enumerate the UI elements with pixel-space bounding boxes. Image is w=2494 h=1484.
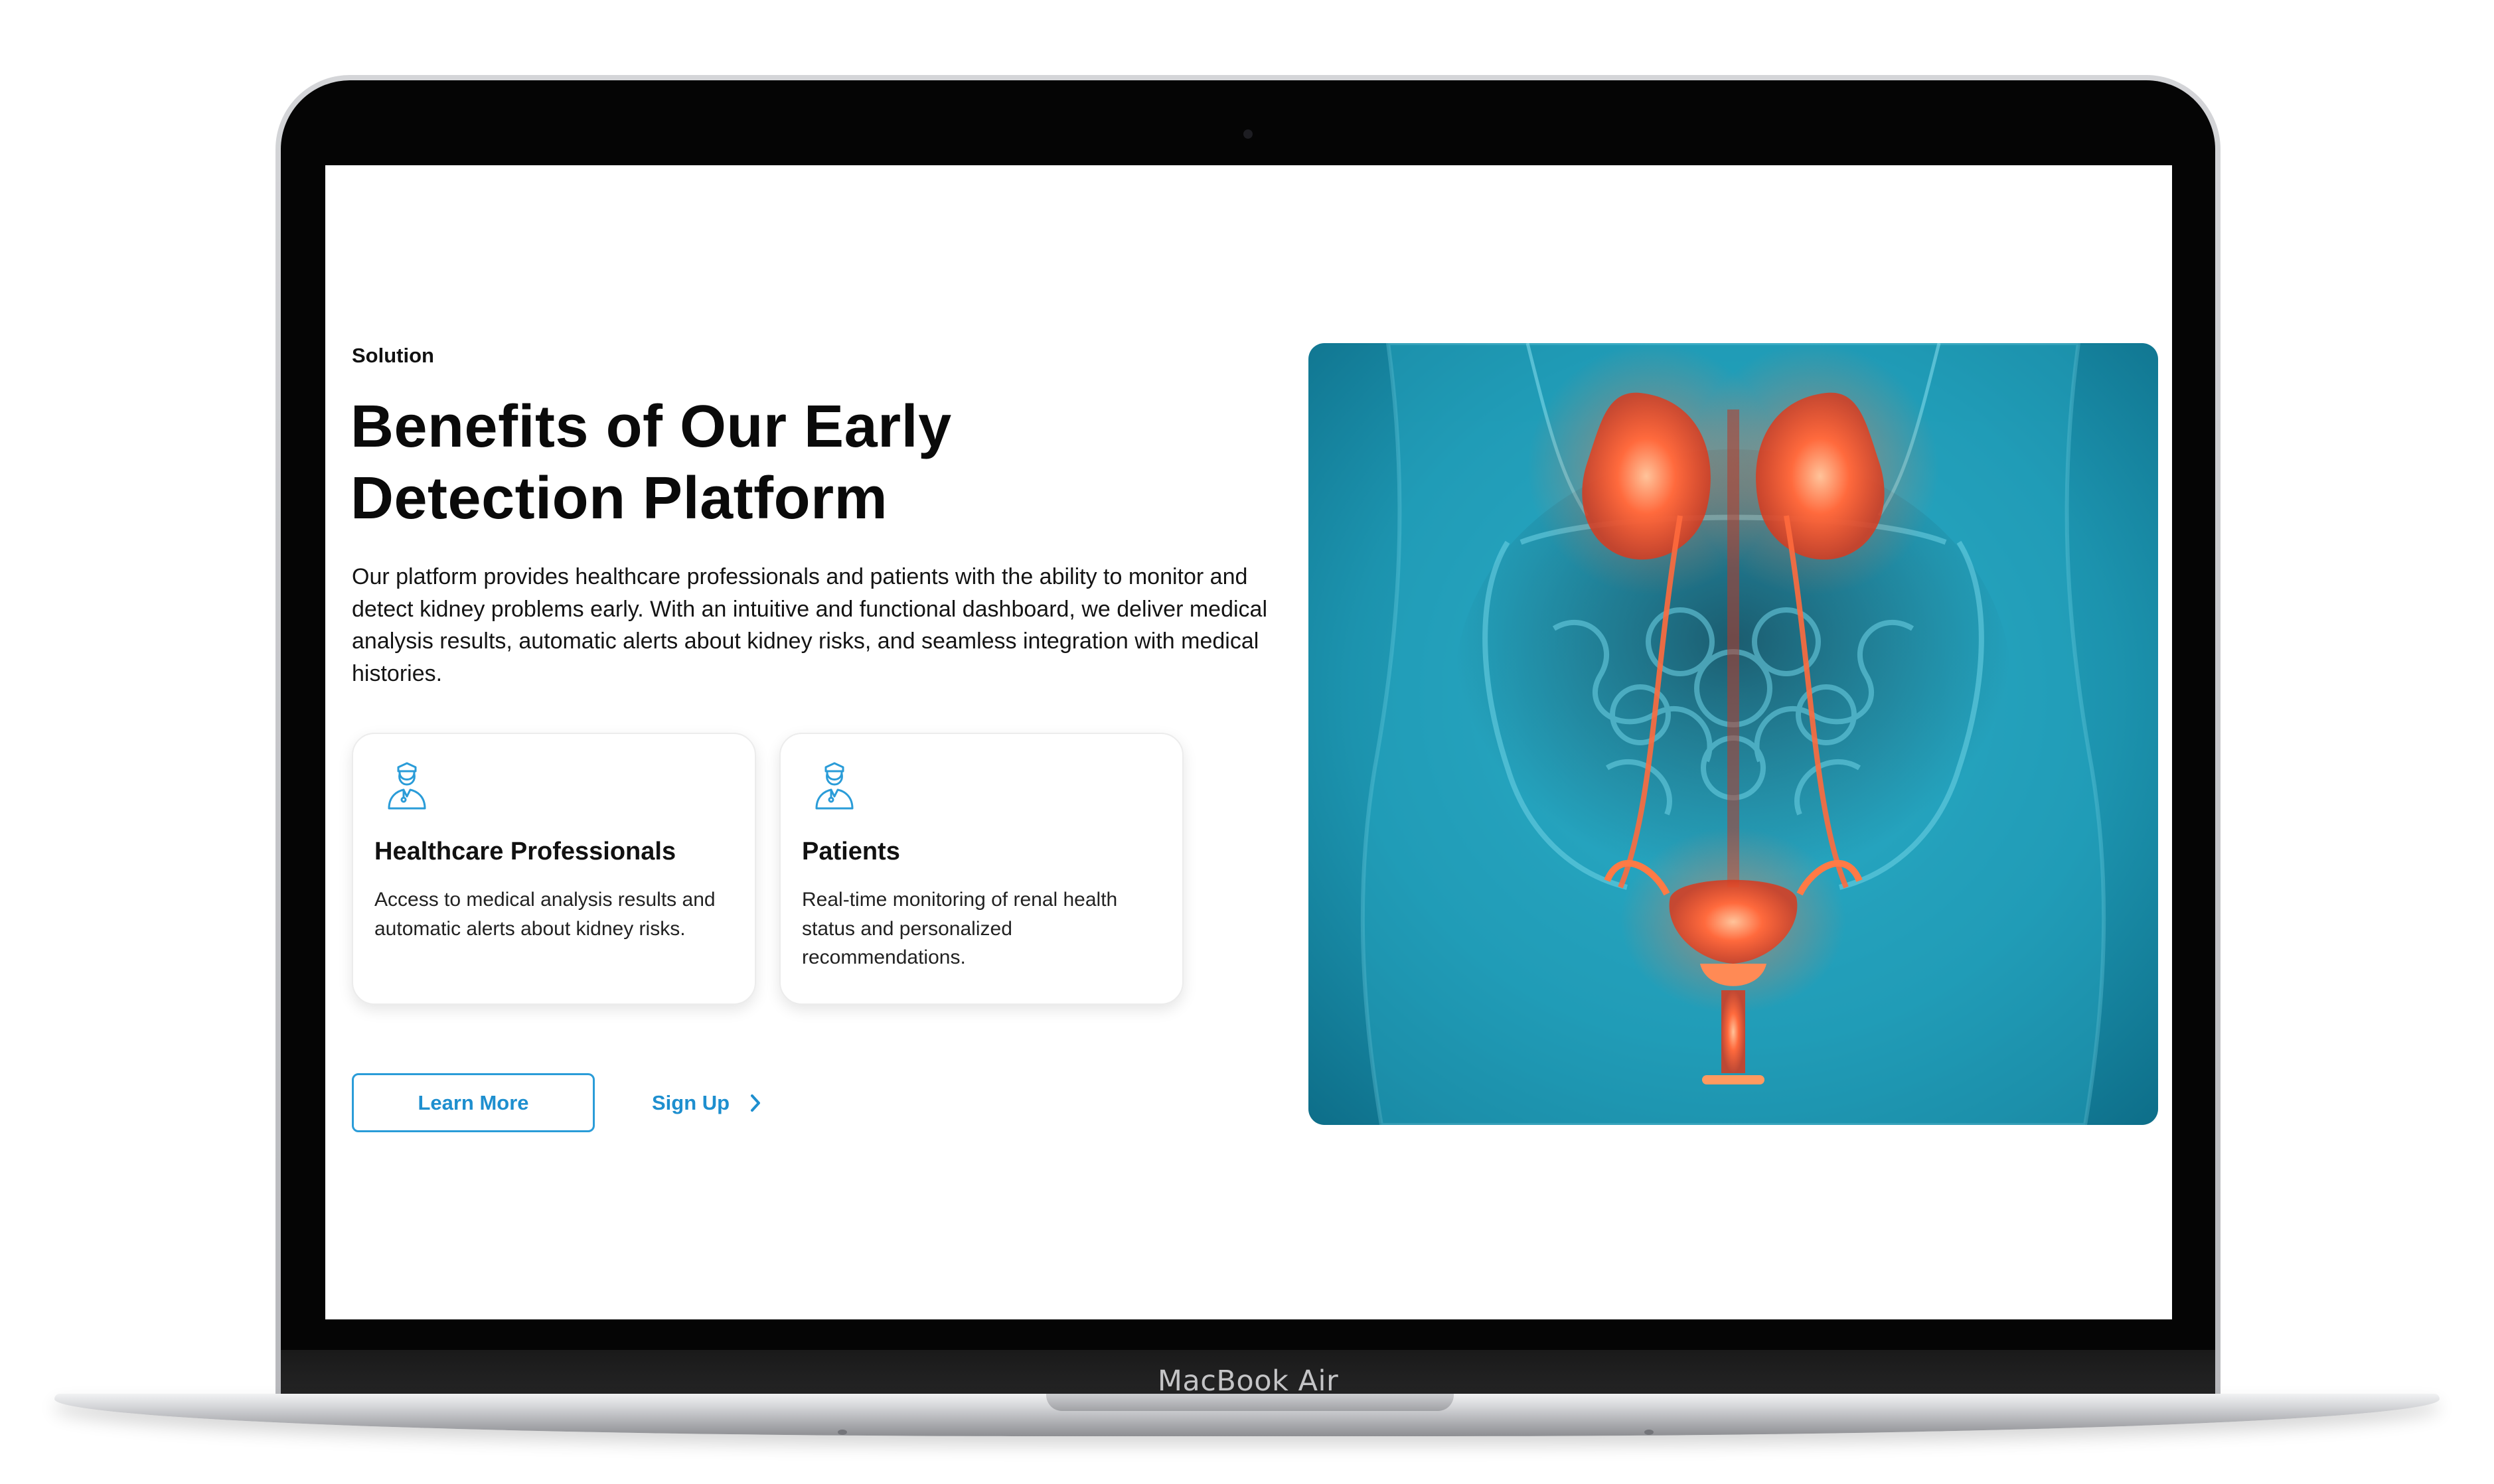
card-patients: Patients Real-time monitoring of renal h… bbox=[779, 733, 1184, 1005]
card-text: Access to medical analysis results and a… bbox=[374, 889, 716, 940]
camera-icon bbox=[1243, 129, 1253, 139]
chevron-right-icon bbox=[751, 1094, 761, 1112]
section-description: Our platform provides healthcare profess… bbox=[352, 564, 1267, 686]
sign-up-label: Sign Up bbox=[652, 1091, 730, 1114]
card-title: Healthcare Professionals bbox=[374, 838, 676, 865]
laptop-base bbox=[54, 1394, 2440, 1436]
laptop-foot bbox=[838, 1430, 847, 1435]
section-eyebrow: Solution bbox=[352, 344, 434, 367]
card-healthcare-professionals: Healthcare Professionals Access to medic… bbox=[352, 733, 756, 1005]
doctor-icon bbox=[815, 762, 854, 810]
card-text: Real-time monitoring of renal health sta… bbox=[802, 889, 1118, 968]
laptop-foot bbox=[1644, 1430, 1654, 1435]
laptop-notch bbox=[1046, 1394, 1454, 1411]
device-label: MacBook Air bbox=[1157, 1365, 1339, 1398]
doctor-icon bbox=[388, 762, 426, 810]
section-title-line: Detection Platform bbox=[351, 465, 888, 532]
sign-up-link[interactable]: Sign Up bbox=[652, 1084, 761, 1122]
laptop-screen: Solution Benefits of Our Early Detection… bbox=[325, 165, 2172, 1319]
hero-image bbox=[1308, 343, 2158, 1125]
section-title: Benefits of Our Early Detection Platform bbox=[351, 391, 1081, 534]
section-title-line: Benefits of Our Early bbox=[351, 394, 952, 460]
learn-more-button[interactable]: Learn More bbox=[352, 1073, 595, 1132]
kidney-anatomy-illustration bbox=[1308, 343, 2158, 1125]
card-title: Patients bbox=[802, 838, 900, 865]
